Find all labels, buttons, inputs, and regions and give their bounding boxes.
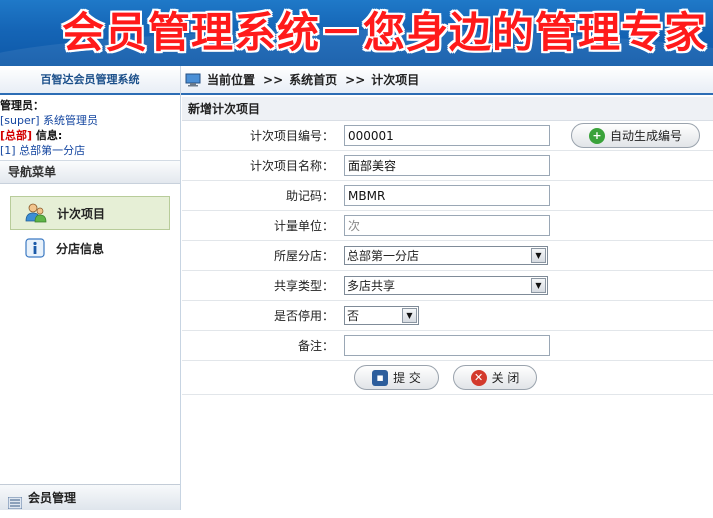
member-management-tab[interactable]: 会员管理 [0,484,180,510]
breadcrumb-label: 当前位置 [207,73,256,87]
share-type-select[interactable]: 多店共享 ▼ [344,276,548,295]
nav-item-branch-info[interactable]: 分店信息 [10,231,170,265]
admin-info: 管理员： [super] 系统管理员 [总部] 信息: [1] 总部第一分店 [0,95,180,158]
close-label: 关 闭 [491,371,520,385]
chevron-down-icon: ▼ [531,248,546,263]
form-row-disabled: 是否停用： 否 ▼ [182,301,713,331]
form-title: 新增计次项目 [182,97,713,121]
nav-menu-header: 导航菜单 [0,160,180,184]
name-field[interactable] [344,155,550,176]
branch-label: 所屋分店： [273,249,334,263]
admin-label: 管理员： [0,99,44,112]
auto-generate-code-button[interactable]: + 自动生成编号 [571,123,700,148]
nav-item-label: 计次项目 [57,206,106,221]
mnemonic-label: 助记码： [285,189,334,203]
save-icon: ▪ [372,369,389,386]
share-label: 共享类型： [273,279,334,293]
bottom-bar-label: 会员管理 [28,490,77,505]
mnemonic-field[interactable] [344,185,550,206]
admin-user: [super] 系统管理员 [0,114,99,127]
disabled-label: 是否停用： [273,309,334,323]
form-row-unit: 计量单位： [182,211,713,241]
system-name: 百智达会员管理系统 [0,66,180,95]
form-row-remark: 备注： [182,331,713,361]
branch-select[interactable]: 总部第一分店 ▼ [344,246,548,265]
form-row-name: 计次项目名称： [182,151,713,181]
list-icon [7,492,23,509]
form-row-share: 共享类型： 多店共享 ▼ [182,271,713,301]
remark-label: 备注： [297,339,334,353]
breadcrumb-sep: >> [263,72,284,87]
remark-field[interactable] [344,335,550,356]
branch-info-line: [总部] 信息: [0,128,180,143]
disabled-select-value: 否 [347,309,360,323]
nav-item-label: 分店信息 [56,241,105,256]
branch-tag: [总部] [0,129,33,142]
branch-info: [1] 总部第一分店 [0,144,86,157]
form-row-branch: 所屋分店： 总部第一分店 ▼ [182,241,713,271]
close-button[interactable]: ✕ 关 闭 [453,365,537,390]
unit-field[interactable] [344,215,550,236]
info-label: 信息: [32,129,63,142]
monitor-icon [185,73,201,87]
breadcrumb-sep: >> [345,72,366,87]
user-group-icon [25,202,47,224]
share-select-value: 多店共享 [347,279,396,293]
code-field[interactable] [344,125,550,146]
branch-select-value: 总部第一分店 [347,249,420,263]
code-label: 计次项目编号： [249,129,334,143]
info-icon [24,237,46,259]
form-row-mnemonic: 助记码： [182,181,713,211]
header-banner: 会员管理系统－您身边的管理专家 [0,0,713,66]
breadcrumb: 当前位置 >> 系统首页 >> 计次项目 [181,66,713,95]
unit-label: 计量单位： [273,219,334,233]
form-actions: ▪ 提 交 ✕ 关 闭 [182,361,713,395]
sidebar: 百智达会员管理系统 管理员： [super] 系统管理员 [总部] 信息: [1… [0,66,181,510]
close-icon: ✕ [470,369,487,386]
form-panel: 新增计次项目 计次项目编号： + 自动生成编号 计次项目名称： 助记码： 计量单… [182,97,713,510]
name-label: 计次项目名称： [249,159,334,173]
banner-title: 会员管理系统－您身边的管理专家 [62,8,708,57]
auto-code-label: 自动生成编号 [609,129,682,143]
form-row-code: 计次项目编号： + 自动生成编号 [182,121,713,151]
disabled-select[interactable]: 否 ▼ [344,306,419,325]
submit-button[interactable]: ▪ 提 交 [354,365,439,390]
submit-label: 提 交 [393,371,421,385]
breadcrumb-current: 计次项目 [371,73,420,87]
chevron-down-icon: ▼ [402,308,417,323]
plus-icon: + [588,127,605,144]
chevron-down-icon: ▼ [531,278,546,293]
nav-item-count-project[interactable]: 计次项目 [10,196,170,230]
breadcrumb-home[interactable]: 系统首页 [289,71,337,88]
